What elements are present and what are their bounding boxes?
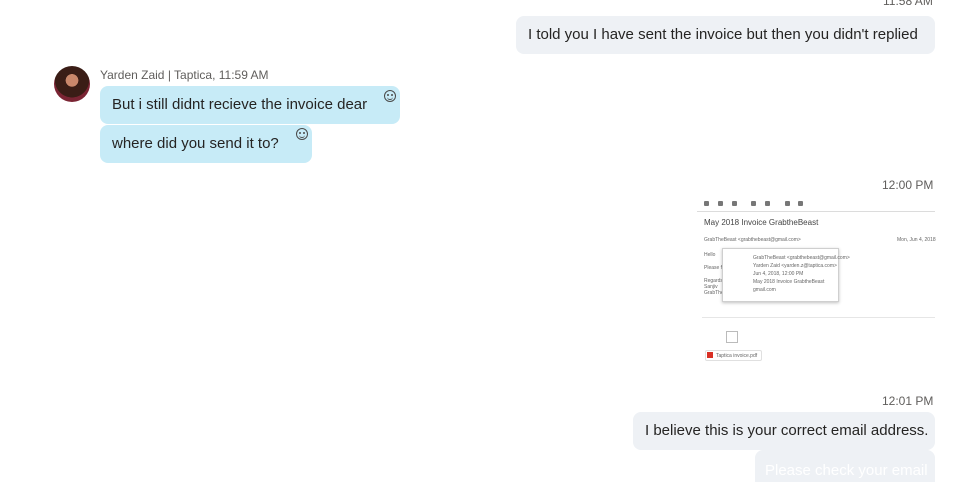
message-text: But i still didnt recieve the invoice de… — [112, 96, 368, 113]
timestamp-last: 12:01 PM — [882, 394, 934, 408]
screenshot-attachment[interactable]: May 2018 Invoice GrabtheBeast GrabTheBea… — [697, 196, 936, 368]
sender-name: Yarden Zaid | Taptica, 11:59 AM — [100, 68, 269, 82]
popup-subject: May 2018 Invoice GrabtheBeast — [753, 279, 825, 285]
email-subject: May 2018 Invoice GrabtheBeast — [704, 218, 819, 227]
popup-from: GrabTheBeast <grabthebeast@gmail.com> — [753, 255, 850, 261]
email-from: GrabTheBeast <grabthebeast@gmail.com> — [704, 237, 801, 243]
clock-icon — [765, 201, 770, 206]
popup-date: Jun 4, 2018, 12:00 PM — [753, 271, 804, 277]
divider — [702, 317, 935, 318]
timestamp-attachment: 12:00 PM — [882, 178, 934, 192]
outgoing-message-partial[interactable]: Please check your email — [755, 450, 935, 482]
divider — [697, 211, 935, 212]
email-body-hello: Hello — [704, 252, 716, 258]
sender-details-popup: GrabTheBeast <grabthebeast@gmail.com> Ya… — [722, 248, 850, 302]
attachment-file-name: Taptica invoice.pdf — [716, 353, 758, 359]
pdf-attachment-chip: Taptica invoice.pdf — [705, 350, 762, 361]
archive-icon — [704, 201, 709, 206]
message-text: I believe this is your correct email add… — [645, 422, 929, 439]
folder-icon — [798, 201, 803, 206]
attachment-thumbnail-icon — [726, 331, 738, 343]
timestamp-top: 11:58 AM — [883, 0, 933, 8]
incoming-message[interactable]: But i still didnt recieve the invoice de… — [100, 86, 400, 124]
mail-icon — [751, 201, 756, 206]
smiley-icon[interactable] — [384, 90, 396, 102]
delete-icon — [732, 201, 737, 206]
message-text: I told you I have sent the invoice but t… — [528, 26, 918, 43]
spam-icon — [718, 201, 723, 206]
popup-mailedby: gmail.com — [753, 287, 776, 293]
popup-to: Yarden Zaid <yarden.z@taptica.com> — [753, 263, 837, 269]
smiley-icon[interactable] — [296, 128, 308, 140]
outgoing-message[interactable]: I believe this is your correct email add… — [633, 412, 935, 450]
message-text: Please check your email — [765, 462, 928, 479]
label-icon — [785, 201, 790, 206]
outgoing-message[interactable]: I told you I have sent the invoice but t… — [516, 16, 935, 54]
pdf-icon — [707, 352, 713, 358]
incoming-message[interactable]: where did you send it to? — [100, 125, 312, 163]
avatar[interactable] — [54, 66, 90, 102]
email-date: Mon, Jun 4, 2018 — [897, 237, 936, 243]
message-text: where did you send it to? — [112, 135, 279, 152]
